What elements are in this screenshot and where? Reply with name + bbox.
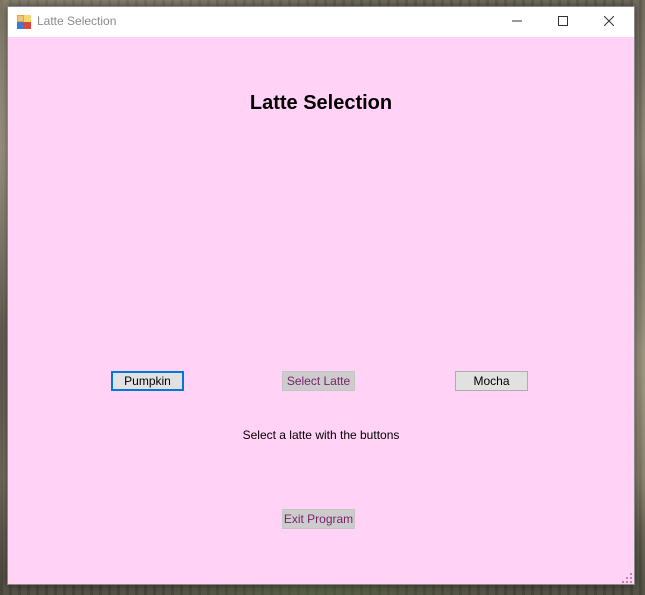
app-window: Latte Selection Latte Selection Pumpkin …: [7, 6, 635, 585]
exit-program-button[interactable]: Exit Program: [282, 509, 355, 529]
close-icon: [603, 15, 615, 29]
pumpkin-button[interactable]: Pumpkin: [111, 371, 184, 391]
app-icon: [17, 15, 31, 29]
mocha-button[interactable]: Mocha: [455, 371, 528, 391]
maximize-icon: [558, 15, 568, 29]
select-latte-button[interactable]: Select Latte: [282, 371, 355, 391]
form-client-area: Latte Selection Pumpkin Select Latte Moc…: [8, 37, 634, 584]
close-button[interactable]: [586, 7, 632, 37]
resize-grip-icon[interactable]: [622, 572, 632, 583]
minimize-button[interactable]: [494, 7, 540, 37]
title-bar[interactable]: Latte Selection: [8, 7, 634, 37]
maximize-button[interactable]: [540, 7, 586, 37]
page-title: Latte Selection: [249, 92, 393, 114]
window-title: Latte Selection: [37, 14, 117, 28]
status-label: Select a latte with the buttons: [242, 428, 400, 442]
minimize-icon: [512, 15, 522, 29]
